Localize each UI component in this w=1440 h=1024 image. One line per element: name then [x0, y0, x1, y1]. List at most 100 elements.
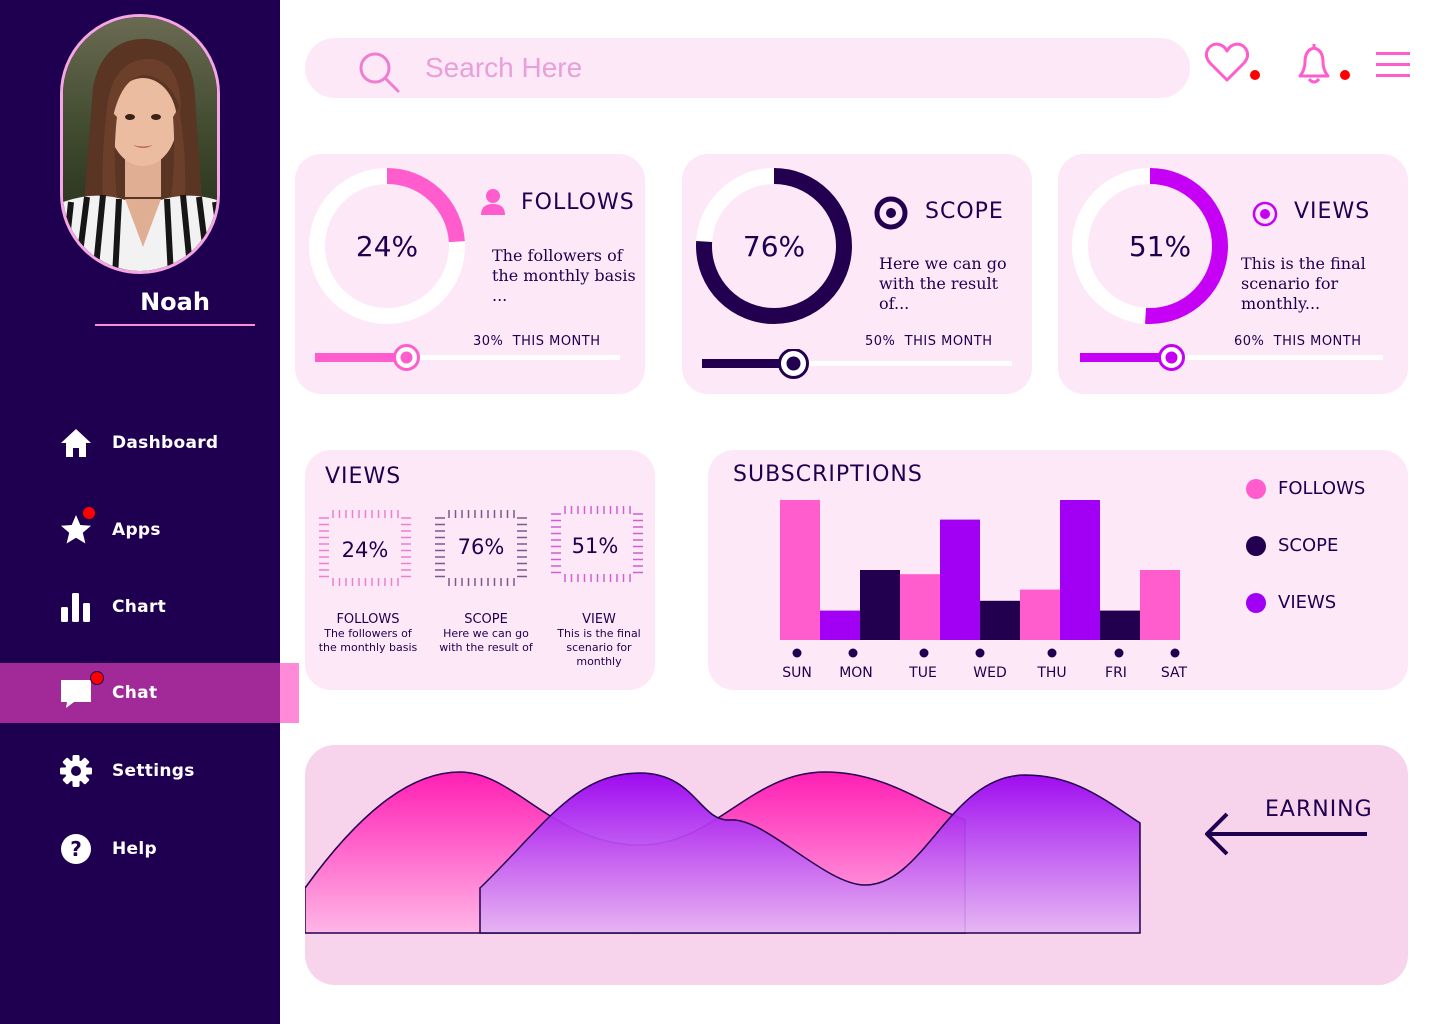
- gauge-value: 51%: [571, 534, 619, 558]
- sidebar-item-label: Chart: [112, 597, 167, 617]
- stat-card-scope[interactable]: 76% SCOPE Here we can go with the result…: [682, 154, 1032, 394]
- gauge-caption-title: FOLLOWS: [336, 612, 400, 627]
- legend-label: VIEWS: [1278, 592, 1337, 613]
- stat-card-views[interactable]: 51% VIEWS This is the final scenario for…: [1058, 154, 1408, 394]
- day-dot: [1047, 648, 1057, 658]
- help-icon: ?: [60, 833, 92, 865]
- active-indicator: [280, 663, 299, 723]
- target-icon: [874, 196, 908, 230]
- day-dot: [919, 648, 929, 658]
- earning-wave-chart: [305, 771, 1141, 934]
- hamburger-menu-icon: [1376, 52, 1410, 77]
- day-label-wed: WED: [973, 665, 1007, 681]
- gauge-caption-title: VIEW: [582, 612, 616, 627]
- gauge-caption: SCOPE Here we can go with the result of: [436, 613, 536, 655]
- stat-title: FOLLOWS: [521, 190, 635, 215]
- notification-dot: [1340, 70, 1350, 80]
- legend-label: FOLLOWS: [1278, 478, 1366, 499]
- progress-slider[interactable]: [702, 349, 1012, 379]
- arrow-left-icon[interactable]: [1203, 811, 1369, 859]
- legend-dot: [1246, 478, 1266, 499]
- sidebar-item-dashboard[interactable]: Dashboard: [0, 413, 300, 473]
- ring-percent: 51%: [1128, 230, 1192, 263]
- bar-views: [820, 610, 860, 640]
- day-label-fri: FRI: [1105, 665, 1127, 681]
- stat-description: The followers of the monthly basis ...: [492, 246, 636, 305]
- sidebar-item-label: Chat: [112, 683, 158, 703]
- user-name: Noah: [95, 284, 255, 326]
- stat-card-follows[interactable]: 24% FOLLOWS The followers of the monthly…: [295, 154, 645, 394]
- bar-follows: [1140, 570, 1180, 640]
- day-dot: [792, 648, 802, 658]
- day-dot: [1114, 648, 1124, 658]
- legend-item-follows: FOLLOWS: [1246, 478, 1365, 499]
- sidebar-item-apps[interactable]: Apps: [0, 500, 300, 560]
- day-dot: [975, 648, 985, 658]
- profile-photo: [63, 17, 217, 271]
- menu-button[interactable]: [1376, 50, 1410, 84]
- search-bar[interactable]: [305, 38, 1190, 98]
- bar-scope: [980, 600, 1020, 640]
- subscriptions-card[interactable]: SUBSCRIPTIONS FOLLOWS SCOPE VIEWS SUN MON…: [708, 450, 1408, 690]
- progress-slider[interactable]: [315, 343, 625, 373]
- sidebar-item-label: Settings: [112, 761, 195, 781]
- stat-title: SCOPE: [925, 199, 1004, 224]
- gauge-caption-desc: Here we can go with the result of: [439, 627, 533, 654]
- day-label-thu: THU: [1037, 665, 1067, 681]
- search-input[interactable]: [425, 46, 1125, 90]
- sidebar-item-chart[interactable]: Chart: [0, 577, 300, 637]
- stat-description: Here we can go with the result of...: [879, 254, 1007, 313]
- stat-description: This is the final scenario for monthly..…: [1241, 254, 1366, 313]
- heart-icon: [1204, 42, 1250, 82]
- notification-dot: [1250, 70, 1260, 80]
- bell-icon: [1298, 44, 1330, 84]
- sidebar-item-label: Help: [112, 839, 157, 859]
- gauge-caption-desc: This is the final scenario for monthly: [557, 627, 641, 668]
- gauge-caption: VIEW This is the final scenario for mont…: [549, 613, 649, 669]
- bar-follows: [780, 500, 820, 640]
- gauge-caption-title: SCOPE: [464, 612, 508, 627]
- search-icon[interactable]: [357, 50, 401, 98]
- notification-dot: [82, 506, 96, 520]
- svg-text:?: ?: [70, 837, 82, 861]
- legend-label: SCOPE: [1278, 535, 1339, 556]
- favorites-button[interactable]: [1204, 40, 1260, 90]
- bar-follows: [900, 574, 940, 640]
- sidebar-item-help[interactable]: ? Help: [0, 819, 300, 879]
- month-stat: 50% THIS MONTH: [865, 334, 993, 349]
- gear-icon: [60, 755, 92, 787]
- sidebar: Noah Dashboard Apps Chart Chat Settings …: [0, 0, 299, 1024]
- avatar[interactable]: [60, 14, 220, 274]
- ring-percent: 76%: [742, 230, 806, 263]
- day-label-sun: SUN: [782, 665, 812, 681]
- bar-scope: [1100, 610, 1140, 640]
- sidebar-item-settings[interactable]: Settings: [0, 741, 300, 801]
- gauge-caption-desc: The followers of the monthly basis: [318, 627, 418, 654]
- views-card-title: VIEWS: [325, 464, 402, 489]
- subscriptions-bar-chart: [780, 500, 1180, 658]
- legend-item-views: VIEWS: [1246, 592, 1336, 613]
- gauge-value: 24%: [341, 538, 389, 562]
- day-label-sat: SAT: [1160, 665, 1188, 681]
- sidebar-item-chat[interactable]: Chat: [0, 663, 280, 723]
- day-dot: [1170, 648, 1180, 658]
- user-icon: [481, 189, 505, 215]
- stat-title: VIEWS: [1294, 199, 1371, 224]
- sidebar-item-label: Dashboard: [112, 433, 219, 453]
- progress-slider[interactable]: [1080, 343, 1390, 373]
- subscriptions-title: SUBSCRIPTIONS: [733, 462, 923, 487]
- month-label: THIS MONTH: [904, 334, 993, 349]
- notification-dot: [90, 671, 104, 685]
- bar-chart-icon: [60, 591, 92, 623]
- bar-views: [1060, 500, 1100, 640]
- bar-follows: [1020, 589, 1060, 640]
- day-dot: [848, 648, 858, 658]
- legend-dot: [1246, 592, 1266, 613]
- earning-card[interactable]: EARNING: [305, 745, 1408, 985]
- star-icon: [60, 506, 96, 546]
- notifications-button[interactable]: [1292, 42, 1350, 90]
- views-card[interactable]: VIEWS 24% 76% 51% FOLLOWS The followers …: [305, 450, 655, 690]
- day-label-mon: MON: [839, 665, 873, 681]
- gauge-value: 76%: [457, 535, 505, 559]
- eye-target-icon: [1252, 201, 1278, 227]
